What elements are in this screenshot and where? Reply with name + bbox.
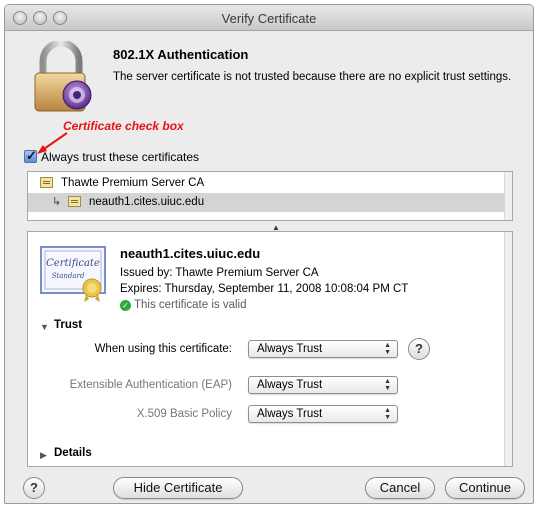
tree-item-label: Thawte Premium Server CA <box>61 177 205 189</box>
checkmark-icon: ✓ <box>26 148 37 163</box>
x509-value: Always Trust <box>257 408 323 420</box>
certificate-image-title: Certificate <box>46 258 100 269</box>
help-button[interactable]: ? <box>23 477 45 499</box>
when-using-value: Always Trust <box>257 343 323 355</box>
tree-item-thawte-ca[interactable]: Thawte Premium Server CA <box>28 174 512 193</box>
always-trust-checkbox[interactable]: ✓ <box>24 148 37 163</box>
dialog-title: 802.1X Authentication <box>113 47 249 62</box>
certificate-name: neauth1.cites.uiuc.edu <box>120 246 261 261</box>
certificate-icon <box>68 196 81 207</box>
tree-scrollbar[interactable] <box>504 172 512 220</box>
popup-arrows-icon: ▲ ▼ <box>384 342 391 356</box>
details-disclosure-triangle-icon[interactable]: ▶ <box>40 450 47 461</box>
certificate-image-icon: Certificate Standard <box>40 246 106 302</box>
hide-certificate-button[interactable]: Hide Certificate <box>113 477 243 499</box>
certificate-issuer: Issued by: Thawte Premium Server CA <box>120 267 319 279</box>
verify-certificate-window: Verify Certificate 802.1X Authentication… <box>4 4 534 504</box>
dialog-message: The server certificate is not trusted be… <box>113 71 512 83</box>
cancel-button[interactable]: Cancel <box>365 477 435 499</box>
padlock-icon <box>34 41 92 112</box>
certificate-status: This certificate is valid <box>134 299 247 311</box>
trust-disclosure-triangle-icon[interactable]: ▼ <box>40 322 49 332</box>
continue-button[interactable]: Continue <box>445 477 525 499</box>
trust-help-button[interactable]: ? <box>408 338 430 360</box>
window-title: Verify Certificate <box>221 11 317 26</box>
when-using-popup[interactable]: Always Trust ▲ ▼ <box>248 340 398 358</box>
x509-label: X.509 Basic Policy <box>136 408 232 420</box>
title-bar[interactable]: Verify Certificate <box>5 5 533 31</box>
certificate-image-subtitle: Standard <box>52 272 85 280</box>
popup-arrows-icon: ▲ ▼ <box>384 378 391 392</box>
always-trust-label[interactable]: Always trust these certificates <box>41 150 199 164</box>
child-arrow-icon: ↳ <box>52 196 62 208</box>
certificate-detail-pane: Certificate Standard neauth1.cites.uiuc.… <box>27 231 513 467</box>
detail-scrollbar[interactable] <box>504 232 512 466</box>
x509-popup[interactable]: Always Trust ▲ ▼ <box>248 405 398 423</box>
annotation-label: Certificate check box <box>63 119 184 133</box>
certificate-expiry: Expires: Thursday, September 11, 2008 10… <box>120 283 409 295</box>
tree-item-label: neauth1.cites.uiuc.edu <box>89 196 205 208</box>
certificate-tree[interactable]: Thawte Premium Server CA ↳ neauth1.cites… <box>27 171 513 221</box>
when-using-label: When using this certificate: <box>94 343 232 355</box>
eap-label: Extensible Authentication (EAP) <box>69 379 232 391</box>
eap-value: Always Trust <box>257 379 323 391</box>
trust-section-label[interactable]: Trust <box>54 319 82 331</box>
details-section-label[interactable]: Details <box>54 447 92 459</box>
certificate-icon <box>40 177 53 188</box>
popup-arrows-icon: ▲ ▼ <box>384 407 391 421</box>
eap-popup[interactable]: Always Trust ▲ ▼ <box>248 376 398 394</box>
tree-item-neauth1[interactable]: ↳ neauth1.cites.uiuc.edu <box>28 193 512 212</box>
valid-check-icon: ✓ <box>120 300 131 311</box>
